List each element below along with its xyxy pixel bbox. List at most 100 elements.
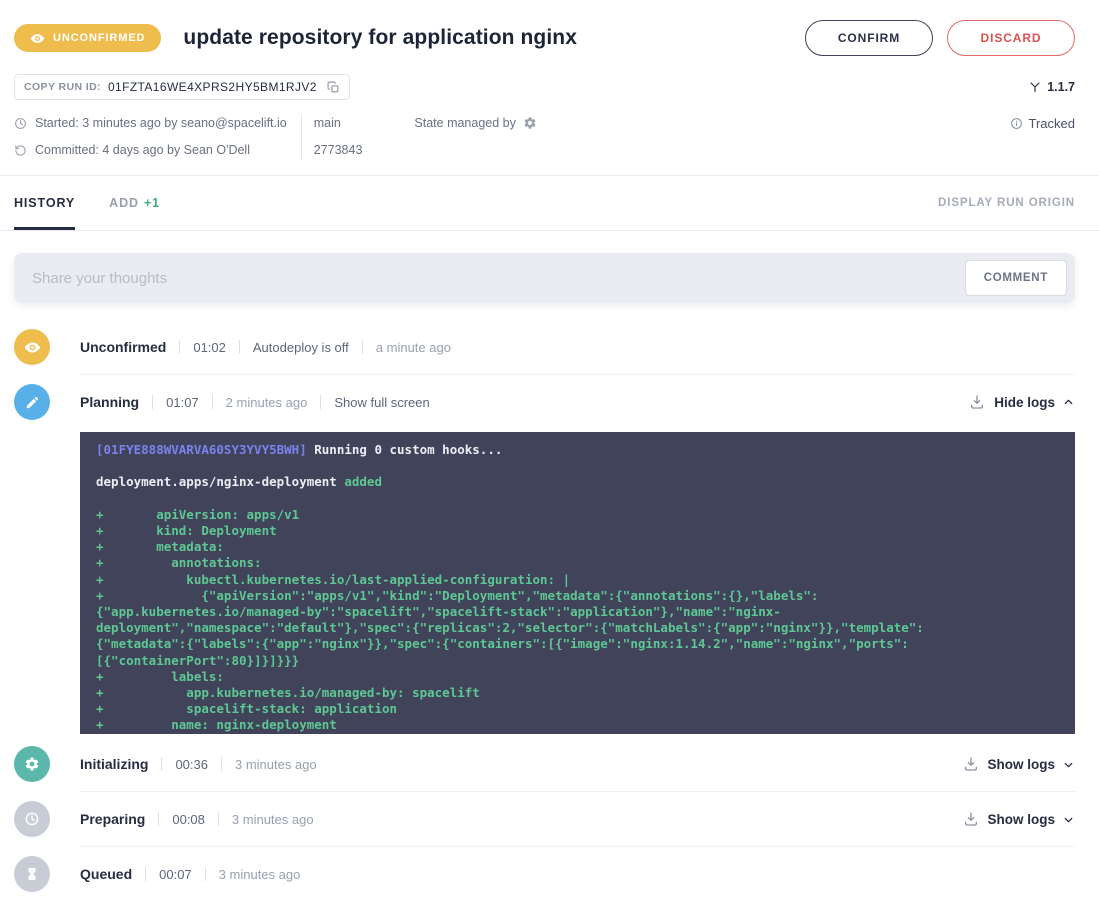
copy-icon <box>324 81 340 94</box>
info-icon <box>1010 117 1023 130</box>
version-value: 1.1.7 <box>1047 80 1075 94</box>
state-label: Initializing <box>80 756 149 772</box>
state-label: Preparing <box>80 811 146 827</box>
divider <box>238 340 240 354</box>
tracked-label: Tracked <box>1028 115 1075 131</box>
status-badge: UNCONFIRMED <box>14 24 162 52</box>
state-time-ago: 2 minutes ago <box>225 394 308 410</box>
header-actions: CONFIRM DISCARD <box>805 20 1075 56</box>
meta-divider <box>300 114 302 159</box>
history-icon <box>14 144 27 157</box>
run-meta: Started: 3 minutes ago by seano@spacelif… <box>0 114 1099 159</box>
state-label: Queued <box>80 866 133 882</box>
tab-history[interactable]: HISTORY <box>14 176 75 230</box>
eye-icon <box>24 339 41 356</box>
divider <box>204 867 206 881</box>
pencil-icon <box>25 395 40 410</box>
display-run-origin-button[interactable]: DISPLAY RUN ORIGIN <box>938 197 1075 209</box>
toggle-label: Show logs <box>987 756 1056 772</box>
chevron-down-icon <box>1062 758 1075 771</box>
state-managed-by-label: State managed by <box>414 116 516 130</box>
state-duration: 00:08 <box>172 811 205 827</box>
hide-logs-toggle[interactable]: Hide logs <box>994 395 1075 410</box>
run-id-value: 01FZTA16WE4XPRS2HY5BM1RJV2 <box>107 80 317 94</box>
divider <box>217 812 219 826</box>
comment-input[interactable] <box>18 253 965 303</box>
state-time-ago: 3 minutes ago <box>235 756 317 772</box>
tab-add[interactable]: ADD +1 <box>109 176 160 230</box>
state-duration: 01:07 <box>166 394 199 410</box>
started-text: Started: 3 minutes ago by seano@spacelif… <box>35 116 287 130</box>
divider <box>221 757 222 771</box>
timeline-row-initializing: Initializing 00:36 3 minutes ago Show lo… <box>14 746 1075 782</box>
tab-add-count: +1 <box>143 196 161 210</box>
state-label: Planning <box>80 394 140 410</box>
committed-text: Committed: 4 days ago by Sean O'Dell <box>35 143 250 157</box>
gear-icon <box>24 756 40 772</box>
eye-icon <box>30 31 45 46</box>
gear-icon <box>523 116 537 130</box>
branch-column: main 2773843 <box>314 114 363 159</box>
version-tag-icon <box>1029 81 1041 93</box>
copy-run-id-label: COPY RUN ID: <box>24 81 101 93</box>
state-note: Autodeploy is off <box>252 339 349 355</box>
clock-icon <box>24 811 40 827</box>
confirm-button[interactable]: CONFIRM <box>805 20 933 56</box>
page-title: update repository for application nginx <box>183 26 578 49</box>
timeline-divider <box>80 846 1075 847</box>
divider <box>320 395 322 409</box>
status-badge-label: UNCONFIRMED <box>53 32 146 44</box>
unconfirmed-state-dot <box>14 329 50 365</box>
log-console[interactable]: [01FYE888WVARVA60SY3YVY5BWH] Running 0 c… <box>80 432 1075 734</box>
comment-button[interactable]: COMMENT <box>964 260 1067 296</box>
show-logs-toggle[interactable]: Show logs <box>988 812 1076 827</box>
state-duration: 00:36 <box>175 756 208 772</box>
started-line: Started: 3 minutes ago by seano@spacelif… <box>14 114 287 132</box>
download-logs-icon[interactable] <box>963 756 979 772</box>
run-detail-page: UNCONFIRMED update repository for applic… <box>0 0 1099 903</box>
divider <box>158 812 160 826</box>
chevron-up-icon <box>1062 396 1075 409</box>
comment-box: COMMENT <box>14 253 1075 303</box>
toggle-label: Hide logs <box>994 394 1055 410</box>
divider <box>211 395 213 409</box>
initializing-state-dot <box>14 746 50 782</box>
timeline-row-preparing: Preparing 00:08 3 minutes ago Show logs <box>14 801 1075 837</box>
run-id-row: COPY RUN ID: 01FZTA16WE4XPRS2HY5BM1RJV2 … <box>0 74 1099 100</box>
download-logs-icon[interactable] <box>969 394 985 410</box>
tab-history-label: HISTORY <box>14 196 76 210</box>
show-logs-toggle[interactable]: Show logs <box>988 757 1076 772</box>
state-time-ago: 3 minutes ago <box>231 811 314 827</box>
hourglass-icon <box>25 867 39 881</box>
timeline-divider <box>80 374 1075 375</box>
planning-state-dot <box>14 384 50 420</box>
chevron-down-icon <box>1062 813 1075 826</box>
run-times: Started: 3 minutes ago by seano@spacelif… <box>14 114 287 159</box>
run-header: UNCONFIRMED update repository for applic… <box>0 0 1099 56</box>
timeline-row-planning: Planning 01:07 2 minutes ago Show full s… <box>14 384 1075 420</box>
runner-version: 1.1.7 <box>1029 80 1075 94</box>
queued-state-dot <box>14 856 50 892</box>
download-logs-icon[interactable] <box>963 811 979 827</box>
state-time-ago: 3 minutes ago <box>218 866 301 882</box>
divider <box>152 395 154 409</box>
show-full-screen-link[interactable]: Show full screen <box>334 395 429 410</box>
tracked-indicator: Tracked <box>1010 114 1075 132</box>
divider <box>361 340 363 354</box>
divider <box>145 867 147 881</box>
committed-line: Committed: 4 days ago by Sean O'Dell <box>14 141 287 159</box>
timeline-row-unconfirmed: Unconfirmed 01:02 Autodeploy is off a mi… <box>14 329 1075 365</box>
state-time-ago: a minute ago <box>375 339 451 355</box>
state-duration: 01:02 <box>193 339 226 355</box>
copy-run-id-button[interactable]: COPY RUN ID: 01FZTA16WE4XPRS2HY5BM1RJV2 <box>14 74 350 100</box>
timeline-divider <box>80 791 1075 792</box>
commit-sha[interactable]: 2773843 <box>314 143 363 157</box>
discard-button[interactable]: DISCARD <box>947 20 1075 56</box>
timeline-row-queued: Queued 00:07 3 minutes ago <box>14 856 1075 892</box>
divider <box>179 340 181 354</box>
toggle-label: Show logs <box>987 811 1056 827</box>
state-managed-by: State managed by <box>414 114 536 132</box>
tab-add-label: ADD <box>109 196 139 210</box>
state-duration: 00:07 <box>159 866 192 882</box>
run-timeline: Unconfirmed 01:02 Autodeploy is off a mi… <box>0 329 1099 892</box>
